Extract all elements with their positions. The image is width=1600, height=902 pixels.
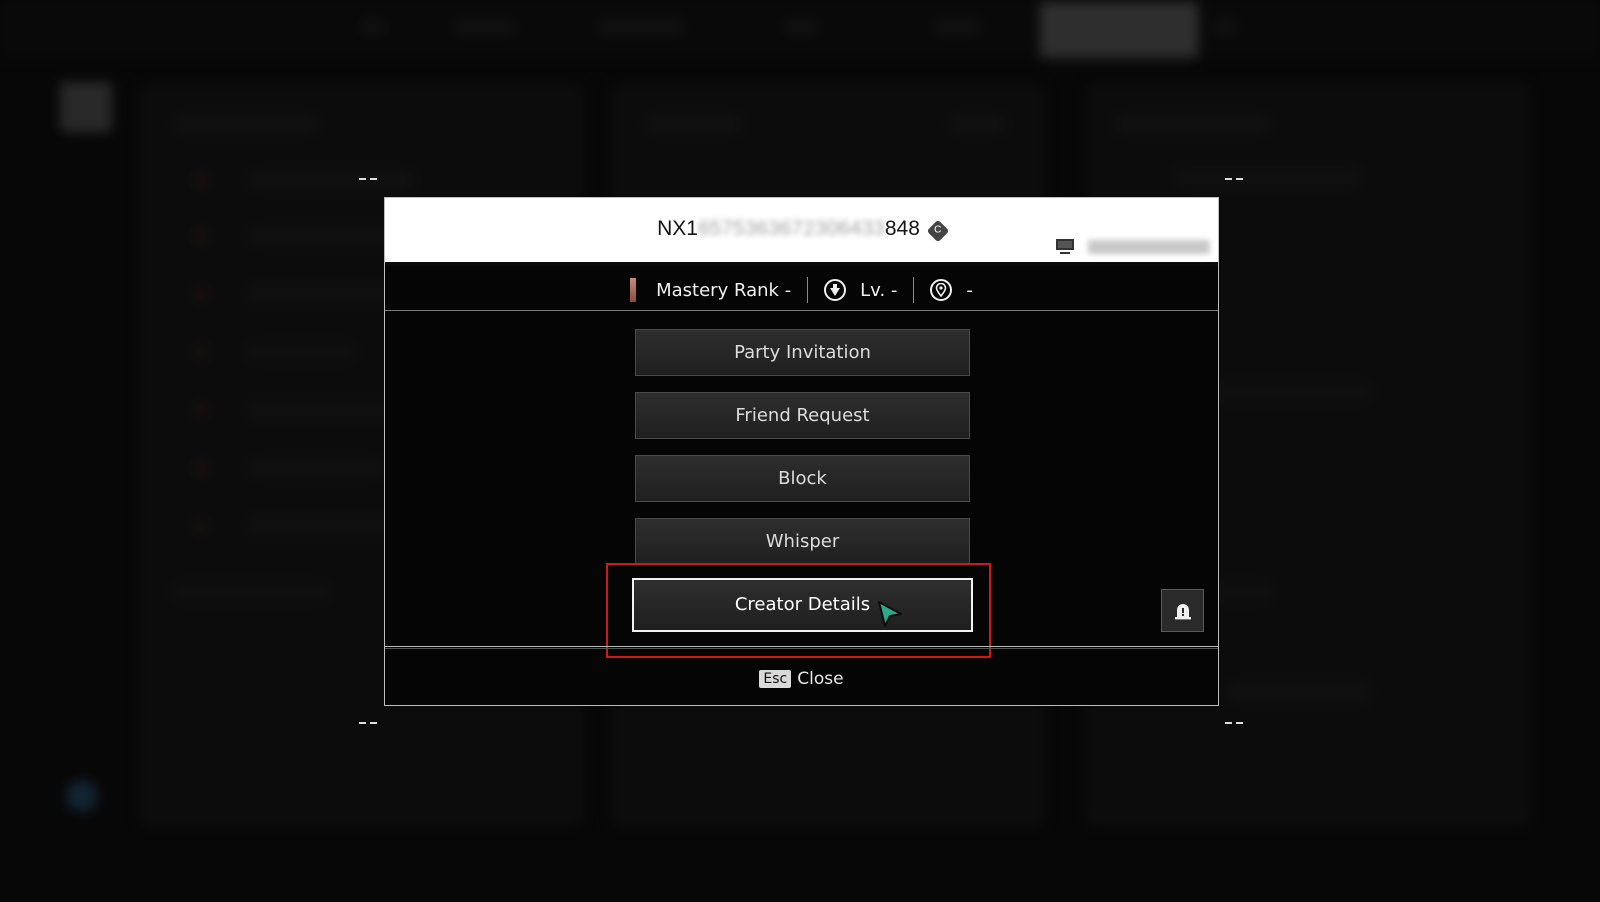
whisper-button[interactable]: Whisper xyxy=(635,518,970,565)
player-id-redacted: 6575363672306433 xyxy=(697,217,885,240)
player-level: Lv. - xyxy=(860,279,898,301)
player-header: NX16575363672306433848 C xyxy=(385,198,1218,266)
monitor-icon xyxy=(1056,239,1074,255)
corner-mark xyxy=(1225,178,1243,180)
platform-id-redacted xyxy=(1088,240,1210,254)
close-action[interactable]: Esc Close xyxy=(385,650,1218,707)
corner-mark xyxy=(1225,722,1243,724)
close-label: Close xyxy=(797,668,844,689)
player-id-suffix: 848 xyxy=(884,217,920,240)
player-stats: Mastery Rank - Lv. - - xyxy=(385,270,1218,311)
friend-request-button[interactable]: Friend Request xyxy=(635,392,970,439)
footer-divider xyxy=(385,646,1218,649)
corner-mark xyxy=(359,722,377,724)
report-button[interactable] xyxy=(1161,589,1204,632)
platform-info xyxy=(1056,238,1210,256)
mastery-rank: Mastery Rank - xyxy=(656,279,792,301)
player-id-prefix: NX1 xyxy=(657,217,698,240)
party-invitation-button[interactable]: Party Invitation xyxy=(635,329,970,376)
player-location: - xyxy=(966,279,973,301)
esc-key-icon: Esc xyxy=(759,669,792,688)
divider xyxy=(913,277,915,303)
highlight-annotation xyxy=(606,563,991,658)
creator-badge-icon: C xyxy=(926,219,950,243)
block-button[interactable]: Block xyxy=(635,455,970,502)
report-alert-icon xyxy=(1174,603,1191,619)
divider xyxy=(807,277,809,303)
location-pin-icon xyxy=(930,279,953,301)
player-options-dialog: NX16575363672306433848 C Mastery Rank - L… xyxy=(384,197,1219,706)
mastery-rank-icon xyxy=(630,278,637,302)
level-icon xyxy=(824,279,847,301)
corner-mark xyxy=(359,178,377,180)
